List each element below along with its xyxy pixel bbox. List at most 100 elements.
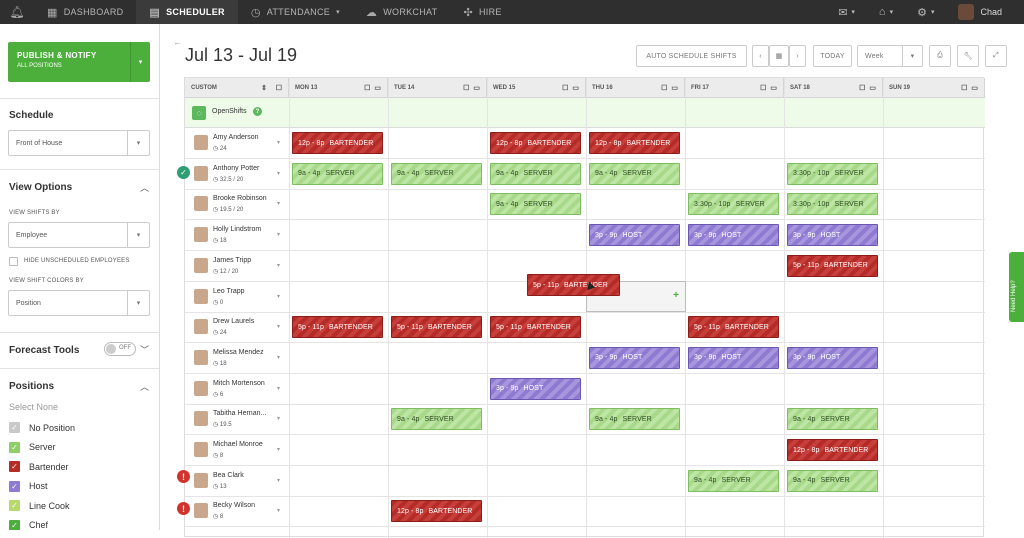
store-icon[interactable]: ⌂ ▾ [867, 6, 905, 18]
shift-block[interactable]: 9a - 4p SERVER [589, 162, 680, 185]
print-icon[interactable]: ⎙ [929, 45, 951, 67]
shift-block[interactable]: 12p - 8p BARTENDER [391, 500, 482, 523]
checkbox-checked-icon[interactable]: ✓ [9, 519, 20, 530]
chevron-down-icon[interactable]: ▾ [130, 42, 150, 82]
position-item[interactable]: ✓ Line Cook [9, 500, 70, 511]
shift-block[interactable]: 9a - 4p SERVER [787, 469, 878, 492]
checkbox-icon[interactable]: ☐ [276, 84, 283, 92]
checkbox-checked-icon[interactable]: ✓ [9, 500, 20, 511]
nav-item-attendance[interactable]: ◷ ATTENDANCE ▾ [238, 0, 353, 24]
chevron-down-icon[interactable]: ▾ [277, 446, 280, 453]
gear-icon[interactable]: ⚙ ▾ [905, 6, 946, 19]
chevron-down-icon[interactable]: ▾ [277, 507, 280, 514]
forecast-toggle[interactable]: OFF [104, 342, 136, 356]
sort-icon[interactable]: ⇕ [261, 84, 268, 92]
day-header[interactable]: THU 16 ☐ ▭ [586, 78, 685, 98]
employee-name[interactable]: Brooke Robinson [213, 195, 267, 202]
chevron-up-icon[interactable]: ︿ [140, 181, 149, 194]
warning-icon[interactable]: ! [177, 502, 190, 515]
chevron-down-icon[interactable]: ▾ [277, 477, 280, 484]
employee-name[interactable]: Tabitha Hernan... [213, 410, 266, 417]
view-select[interactable]: Week ▾ [857, 45, 923, 67]
chevron-down-icon[interactable]: ▾ [277, 139, 280, 146]
shift-block[interactable]: 3p - 9p HOST [688, 224, 779, 247]
checkbox-checked-icon[interactable]: ✓ [9, 461, 20, 472]
shift-block[interactable]: 12p - 8p BARTENDER [490, 132, 581, 154]
shift-block[interactable]: 3p - 9p HOST [787, 224, 878, 247]
dragging-shift[interactable]: 5p - 11p BARTENDER [527, 274, 620, 296]
shift-block[interactable]: 9a - 4p SERVER [787, 408, 878, 431]
warning-icon[interactable]: ! [177, 470, 190, 483]
chevron-down-icon[interactable]: ﹀ [140, 343, 149, 356]
inbox-icon[interactable]: ✉ ▾ [826, 6, 867, 19]
shift-block[interactable]: 12p - 8p BARTENDER [787, 439, 878, 461]
select-none-link[interactable]: Select None [9, 402, 58, 412]
plus-icon[interactable]: + [673, 290, 679, 301]
shift-block[interactable]: 3:30p - 10p SERVER [787, 162, 878, 185]
chevron-down-icon[interactable]: ▾ [277, 170, 280, 177]
employee-name[interactable]: Drew Laurels [213, 318, 254, 325]
chevron-down-icon[interactable]: ▾ [277, 200, 280, 207]
shift-block[interactable]: 9a - 4p SERVER [292, 162, 383, 185]
chevron-up-icon[interactable]: ︿ [140, 380, 149, 393]
day-actions-icon[interactable]: ☐ ▭ [463, 84, 481, 92]
chevron-down-icon[interactable]: ▾ [277, 293, 280, 300]
shift-block[interactable]: 3p - 9p HOST [589, 346, 680, 369]
shift-block[interactable]: 5p - 11p BARTENDER [391, 316, 482, 339]
chevron-down-icon[interactable]: ▾ [277, 231, 280, 238]
day-header[interactable]: MON 13 ☐ ▭ [289, 78, 388, 98]
employee-name[interactable]: Holly Lindstrom [213, 226, 261, 233]
day-actions-icon[interactable]: ☐ ▭ [364, 84, 382, 92]
nav-item-scheduler[interactable]: ▤ SCHEDULER [136, 0, 238, 24]
employee-name[interactable]: Melissa Mendez [213, 349, 264, 356]
shift-block[interactable]: 5p - 11p BARTENDER [787, 254, 878, 277]
position-item[interactable]: ✓ Chef [9, 519, 48, 530]
employee-name[interactable]: James Tripp [213, 257, 251, 264]
day-actions-icon[interactable]: ☐ ▭ [562, 84, 580, 92]
custom-sort-header[interactable]: CUSTOM ⇕ ☐ [185, 78, 289, 98]
day-actions-icon[interactable]: ☐ ▭ [661, 84, 679, 92]
checkbox-checked-icon[interactable]: ✓ [9, 422, 20, 433]
shift-block[interactable]: 9a - 4p SERVER [589, 408, 680, 431]
shift-block[interactable]: 9a - 4p SERVER [391, 408, 482, 431]
employee-name[interactable]: Becky Wilson [213, 502, 255, 509]
shift-block[interactable]: 9a - 4p SERVER [490, 162, 581, 185]
wrench-icon[interactable]: 🔧︎ [957, 45, 979, 67]
nav-item-hire[interactable]: ✣ HIRE [450, 0, 514, 24]
shift-block[interactable]: 3:30p - 10p SERVER [688, 193, 779, 216]
prev-week-button[interactable]: ‹ [752, 45, 769, 67]
calendar-icon[interactable]: ▦ [769, 45, 789, 67]
shift-block[interactable]: 3p - 9p HOST [787, 346, 878, 369]
shift-block[interactable]: 9a - 4p SERVER [391, 162, 482, 185]
day-actions-icon[interactable]: ☐ ▭ [760, 84, 778, 92]
schedule-select[interactable]: Front of House ▾ [8, 130, 150, 156]
shift-block[interactable]: 3p - 9p HOST [589, 224, 680, 247]
checkbox-checked-icon[interactable]: ✓ [9, 441, 20, 453]
shift-block[interactable]: 5p - 11p BARTENDER [292, 316, 383, 339]
day-actions-icon[interactable]: ☐ ▭ [961, 84, 979, 92]
position-item[interactable]: ✓ Host [9, 480, 48, 492]
today-button[interactable]: TODAY [813, 45, 852, 67]
shift-block[interactable]: 12p - 8p BARTENDER [589, 132, 680, 154]
hide-unscheduled-checkbox[interactable] [9, 257, 18, 266]
chevron-down-icon[interactable]: ▾ [277, 415, 280, 422]
position-item[interactable]: ✓ No Position [9, 422, 75, 433]
shift-block[interactable]: 3:30p - 10p SERVER [787, 193, 878, 216]
checkbox-checked-icon[interactable]: ✓ [9, 480, 20, 492]
user-menu[interactable]: Chad [946, 4, 1024, 20]
shift-block[interactable]: 5p - 11p BARTENDER [490, 316, 581, 339]
bell-icon[interactable]: 🔔︎ [0, 0, 34, 24]
nav-item-dashboard[interactable]: ▦ DASHBOARD [34, 0, 136, 24]
shift-block[interactable]: 3p - 9p HOST [688, 346, 779, 369]
chevron-down-icon[interactable]: ▾ [277, 354, 280, 361]
day-header[interactable]: FRI 17 ☐ ▭ [685, 78, 784, 98]
employee-name[interactable]: Anthony Potter [213, 165, 259, 172]
day-header[interactable]: SUN 19 ☐ ▭ [883, 78, 985, 98]
position-item[interactable]: ✓ Bartender [9, 461, 69, 472]
need-help-tab[interactable]: Need Help? [1009, 252, 1024, 322]
day-header[interactable]: TUE 14 ☐ ▭ [388, 78, 487, 98]
help-icon[interactable]: ? [253, 107, 262, 116]
back-arrow-icon[interactable]: ← [173, 37, 182, 47]
day-header[interactable]: SAT 18 ☐ ▭ [784, 78, 883, 98]
view-shifts-by-select[interactable]: Employee ▾ [8, 222, 150, 248]
